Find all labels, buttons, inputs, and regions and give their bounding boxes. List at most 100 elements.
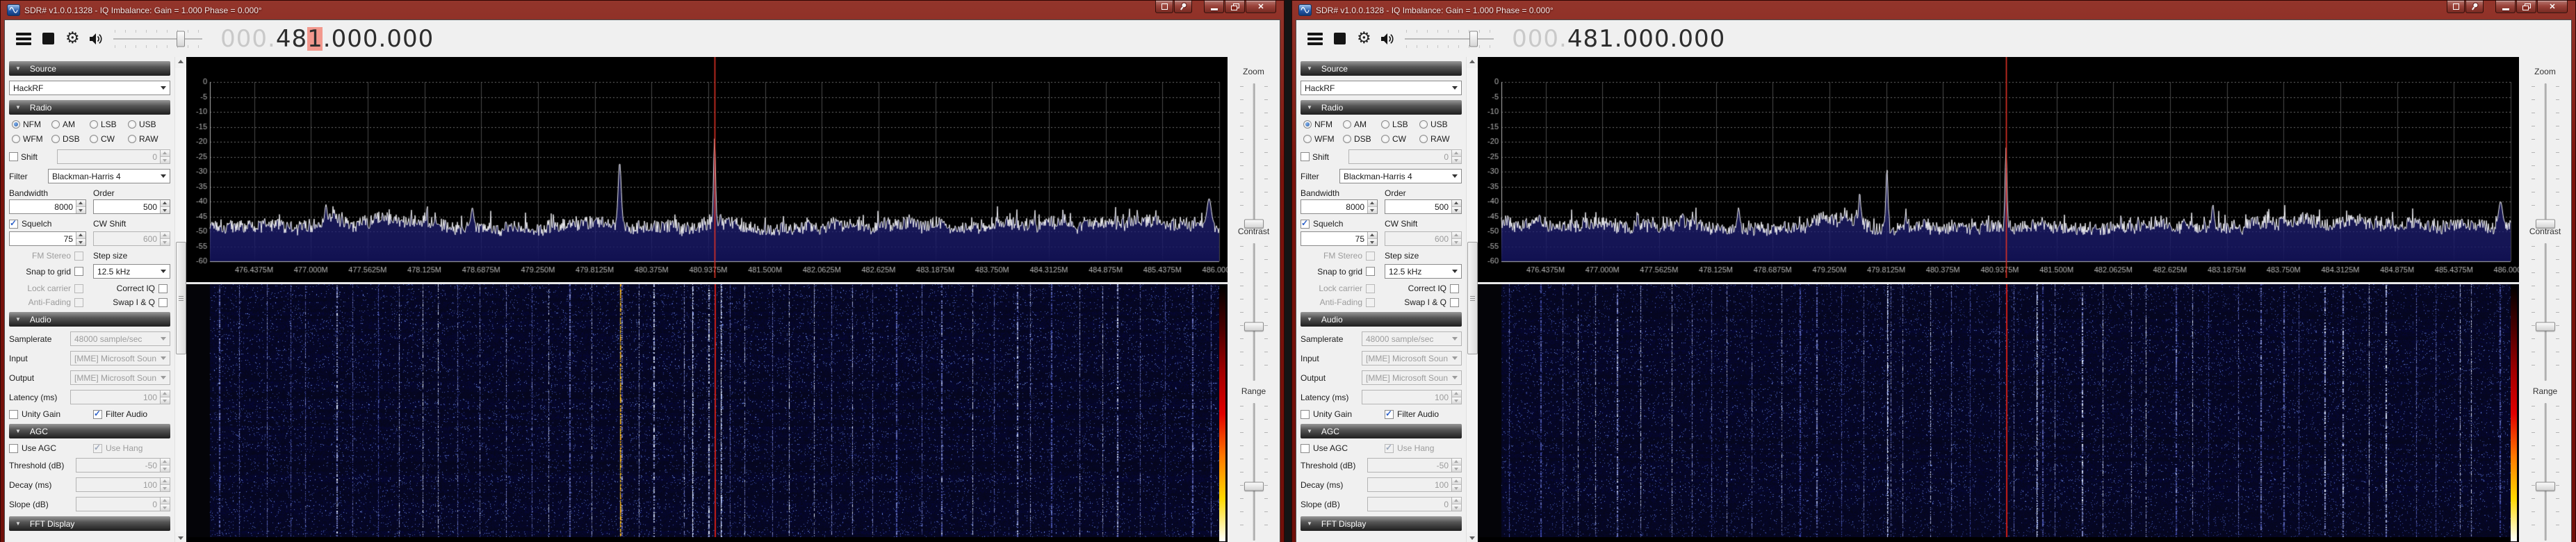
volume-slider-thumb[interactable]	[177, 31, 185, 47]
volume-slider-thumb[interactable]	[1469, 31, 1478, 47]
mode-option-am[interactable]: AM	[51, 120, 90, 129]
mode-option-lsb[interactable]: LSB	[90, 120, 128, 129]
mode-option-am[interactable]: AM	[1343, 120, 1381, 129]
frequency-digit[interactable]: 8	[291, 27, 307, 51]
spinner-arrows[interactable]	[1451, 498, 1461, 511]
squelch-field[interactable]: 75	[9, 231, 86, 246]
menu-icon[interactable]	[16, 33, 31, 45]
swap-iq-checkbox[interactable]	[1450, 298, 1459, 307]
zoom-slider[interactable]	[1238, 79, 1270, 225]
scrollbar-thumb[interactable]	[1467, 242, 1478, 354]
decay-field[interactable]: 100	[1367, 477, 1462, 492]
order-field[interactable]: 500	[1385, 199, 1462, 214]
spinner-arrows[interactable]	[1451, 150, 1461, 163]
frequency-display[interactable]: 000.481.000.000	[1512, 27, 1725, 51]
slope-field[interactable]: 0	[76, 497, 170, 511]
restore-button[interactable]	[1225, 1, 1245, 13]
snap-to-grid-checkbox[interactable]	[1366, 267, 1375, 276]
frequency-digit[interactable]: 0	[386, 27, 402, 51]
contrast-slider-thumb[interactable]	[1244, 322, 1264, 331]
mode-option-wfm[interactable]: WFM	[12, 134, 51, 144]
spinner-arrows[interactable]	[160, 478, 170, 491]
gear-icon[interactable]: ⚙	[65, 31, 80, 47]
mode-option-raw[interactable]: RAW	[128, 134, 170, 144]
pin-button[interactable]	[2465, 1, 2484, 13]
waterfall-canvas[interactable]	[1478, 284, 2519, 537]
spinner-arrows[interactable]	[160, 498, 170, 511]
spinner-arrows[interactable]	[76, 200, 85, 213]
mode-option-usb[interactable]: USB	[128, 120, 170, 129]
spinner-arrows[interactable]	[1451, 459, 1461, 472]
mode-option-nfm[interactable]: NFM	[1303, 120, 1343, 129]
scroll-up-icon[interactable]	[1467, 57, 1478, 68]
scrollbar-thumb[interactable]	[176, 242, 186, 354]
frequency-digit[interactable]: 0	[347, 27, 363, 51]
spinner-arrows[interactable]	[76, 232, 85, 245]
frequency-digit[interactable]: 1	[307, 27, 323, 51]
frequency-digit[interactable]: .	[378, 27, 386, 51]
spinner-arrows[interactable]	[1451, 200, 1461, 213]
filter-audio-checkbox[interactable]	[1385, 410, 1394, 419]
plugin-window-button[interactable]	[2447, 1, 2465, 13]
radio-panel-header[interactable]: ▼Radio	[1301, 100, 1462, 115]
frequency-digit[interactable]: 0	[1622, 27, 1638, 51]
frequency-digit[interactable]: .	[268, 27, 276, 51]
source-device-dropdown[interactable]: HackRF	[1301, 81, 1462, 95]
use-agc-checkbox[interactable]	[9, 444, 18, 453]
audio-input-dropdown[interactable]: [MME] Microsoft Soun	[70, 351, 170, 366]
spinner-arrows[interactable]	[1451, 232, 1461, 245]
filter-dropdown[interactable]: Blackman-Harris 4	[1339, 169, 1462, 183]
frequency-digit[interactable]: 0	[402, 27, 418, 51]
swap-iq-checkbox[interactable]	[158, 298, 168, 307]
close-button[interactable]: ✕	[1246, 1, 1276, 13]
frequency-digit[interactable]: 0	[1512, 27, 1528, 51]
frequency-digit[interactable]: .	[323, 27, 331, 51]
cw-shift-field[interactable]: 600	[93, 231, 170, 246]
shift-value-field[interactable]: 0	[57, 149, 170, 164]
unity-gain-checkbox[interactable]	[9, 410, 18, 419]
frequency-digit[interactable]: 4	[1567, 27, 1583, 51]
frequency-digit[interactable]: 0	[220, 27, 236, 51]
lock-carrier-checkbox[interactable]	[1366, 284, 1375, 293]
audio-panel-header[interactable]: ▼Audio	[9, 312, 170, 327]
shift-checkbox[interactable]	[1301, 152, 1310, 161]
volume-track[interactable]	[113, 38, 202, 40]
filter-dropdown[interactable]: Blackman-Harris 4	[48, 169, 170, 183]
zoom-slider-thumb[interactable]	[2536, 219, 2555, 228]
sidebar-scrollbar[interactable]	[174, 57, 186, 542]
squelch-checkbox[interactable]	[9, 220, 18, 229]
fm-stereo-checkbox[interactable]	[74, 252, 83, 261]
plugin-window-button[interactable]	[1155, 1, 1173, 13]
contrast-slider[interactable]	[1238, 239, 1270, 385]
close-button[interactable]: ✕	[2537, 1, 2568, 13]
lock-carrier-checkbox[interactable]	[74, 284, 83, 293]
mode-option-dsb[interactable]: DSB	[51, 134, 90, 144]
spinner-arrows[interactable]	[160, 459, 170, 472]
spinner-arrows[interactable]	[160, 232, 170, 245]
filter-audio-checkbox[interactable]	[93, 410, 102, 419]
frequency-display[interactable]: 000.481.000.000	[220, 27, 434, 51]
step-size-dropdown[interactable]: 12.5 kHz	[93, 264, 170, 279]
unity-gain-checkbox[interactable]	[1301, 410, 1310, 419]
anti-fading-checkbox[interactable]	[74, 298, 83, 307]
audio-panel-header[interactable]: ▼Audio	[1301, 312, 1462, 327]
threshold-field[interactable]: -50	[1367, 458, 1462, 473]
frequency-digit[interactable]: 0	[331, 27, 347, 51]
spinner-arrows[interactable]	[160, 200, 170, 213]
range-slider-thumb[interactable]	[2536, 482, 2555, 491]
latency-field[interactable]: 100	[70, 390, 170, 404]
use-hang-checkbox[interactable]	[1385, 444, 1394, 453]
spinner-arrows[interactable]	[1367, 232, 1377, 245]
cw-shift-field[interactable]: 600	[1385, 231, 1462, 246]
use-agc-checkbox[interactable]	[1301, 444, 1310, 453]
zoom-slider-thumb[interactable]	[1244, 219, 1264, 228]
titlebar[interactable]: SDR# v1.0.0.1328 - IQ Imbalance: Gain = …	[4, 1, 1280, 19]
spinner-arrows[interactable]	[1367, 200, 1377, 213]
frequency-digit[interactable]: 0	[1638, 27, 1654, 51]
use-hang-checkbox[interactable]	[93, 444, 102, 453]
correct-iq-checkbox[interactable]	[158, 284, 168, 293]
frequency-digit[interactable]: 0	[1709, 27, 1725, 51]
speaker-icon[interactable]	[1380, 32, 1395, 46]
anti-fading-checkbox[interactable]	[1366, 298, 1375, 307]
samplerate-dropdown[interactable]: 48000 sample/sec	[1362, 331, 1462, 346]
